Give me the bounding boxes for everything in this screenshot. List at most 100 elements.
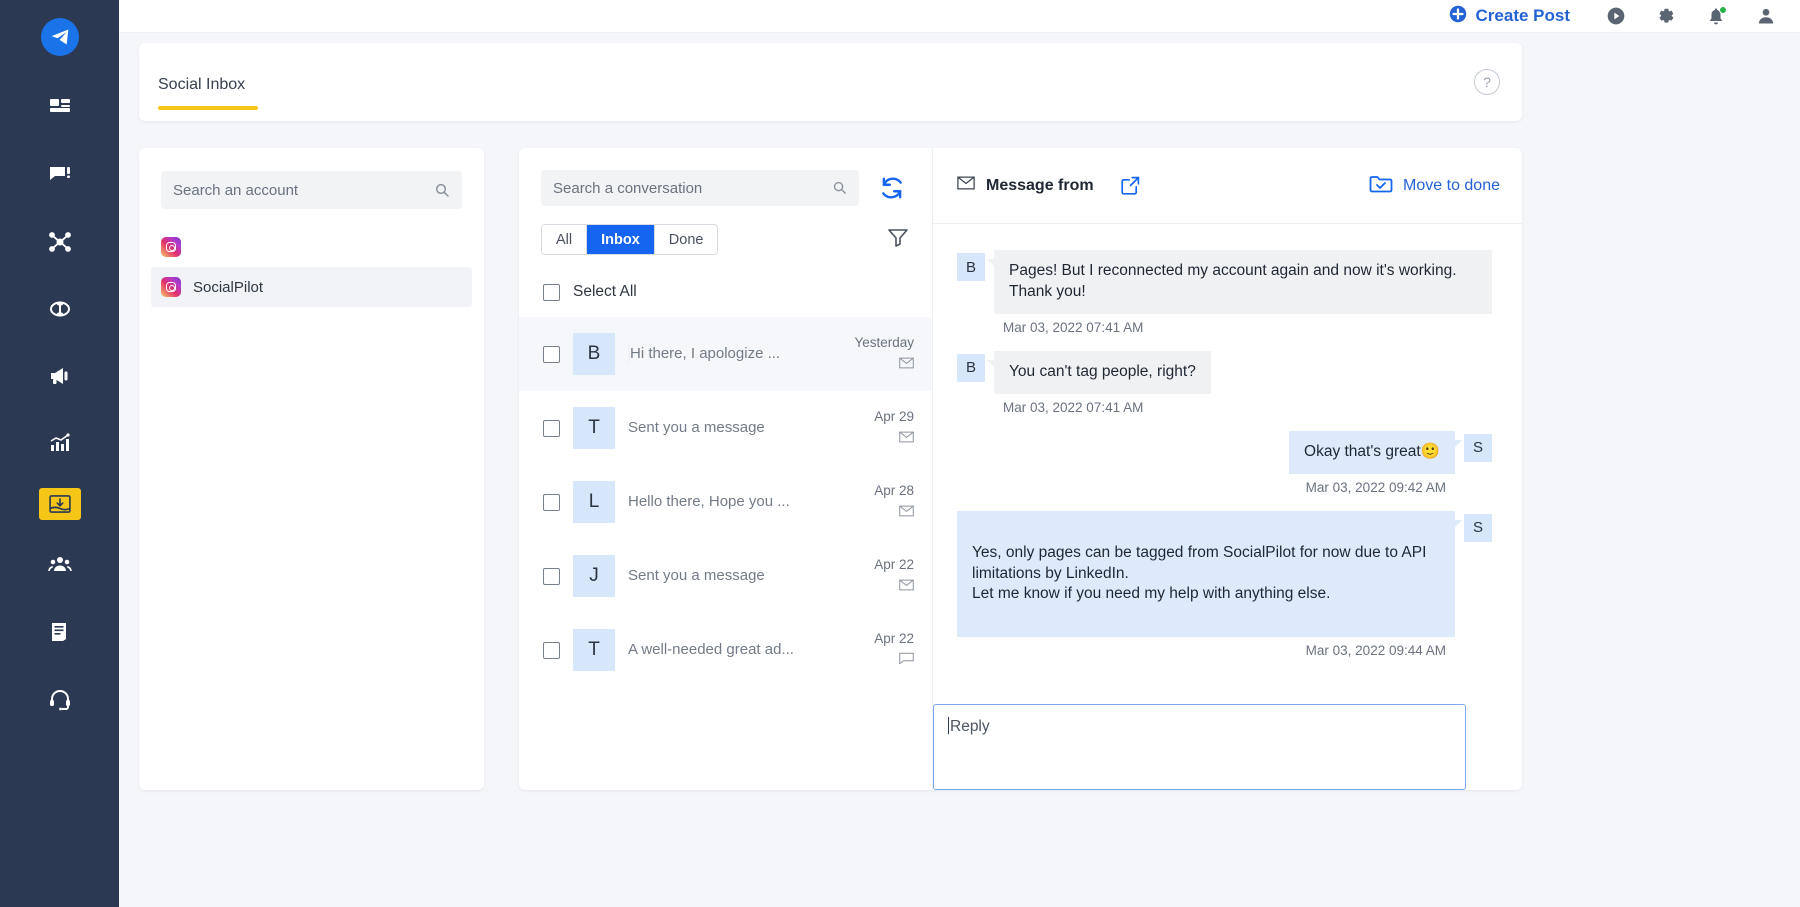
conversation-date: Apr 28	[874, 483, 914, 498]
conversation-date: Apr 22	[874, 631, 914, 646]
conversation-meta: Apr 22	[874, 557, 914, 596]
conversation-checkbox[interactable]	[543, 494, 560, 511]
envelope-icon	[899, 578, 914, 596]
create-post-label: Create Post	[1476, 6, 1570, 26]
conversation-items: B Hi there, I apologize ... Yesterday T	[519, 317, 932, 687]
search-conversation-input[interactable]	[553, 180, 847, 197]
page-title: Social Inbox	[158, 76, 245, 93]
text-caret	[948, 717, 949, 734]
sidebar-item-social-inbox[interactable]	[39, 488, 81, 520]
conversation-body: Sent you a message	[628, 419, 861, 437]
list-item[interactable]: B Hi there, I apologize ... Yesterday	[519, 317, 932, 391]
tab-social-inbox[interactable]: Social Inbox	[158, 76, 245, 94]
conversation-search[interactable]	[541, 170, 859, 206]
conversation-meta: Yesterday	[854, 335, 914, 374]
select-all-checkbox[interactable]	[543, 284, 560, 301]
message-row-incoming: B Pages! But I reconnected my account ag…	[957, 250, 1492, 314]
filter-all[interactable]: All	[542, 225, 587, 254]
thread-title: Message from	[986, 177, 1094, 195]
sidebar-item-discovery[interactable]	[32, 287, 88, 331]
conversation-snippet: Hello there, Hope you ...	[628, 493, 790, 510]
conversation-date: Apr 29	[874, 409, 914, 424]
create-post-button[interactable]: Create Post	[1449, 5, 1570, 28]
avatar: J	[573, 555, 615, 597]
paper-plane-logo[interactable]	[41, 18, 79, 56]
conversation-checkbox[interactable]	[543, 420, 560, 437]
message-bubble: You can't tag people, right?	[994, 351, 1211, 394]
avatar: L	[573, 481, 615, 523]
list-item[interactable]: T A well-needed great ad... Apr 22	[519, 613, 932, 687]
sidebar-item-support[interactable]	[32, 677, 88, 721]
help-button[interactable]: ?	[1474, 69, 1500, 95]
sidebar-item-campaigns[interactable]	[32, 354, 88, 398]
notification-badge	[1719, 6, 1727, 14]
refresh-icon[interactable]	[874, 170, 910, 206]
sidebar-item-dashboard[interactable]	[32, 86, 88, 130]
analytics-bar-icon	[48, 431, 72, 455]
inbox-panel: All Inbox Done Select All B Hi there, I …	[519, 148, 1522, 790]
list-item[interactable]: T Sent you a message Apr 29	[519, 391, 932, 465]
account-row-socialpilot[interactable]: SocialPilot	[151, 267, 472, 307]
conversation-snippet: A well-needed great ad...	[628, 641, 794, 658]
funnel-filter-icon[interactable]	[886, 225, 910, 254]
bell-icon[interactable]	[1706, 6, 1726, 26]
envelope-icon	[899, 430, 914, 448]
megaphone-icon	[48, 364, 72, 388]
rss-discovery-icon	[48, 297, 72, 321]
instagram-icon	[161, 237, 181, 257]
folder-check-icon	[1369, 173, 1393, 199]
select-all-label: Select All	[573, 283, 637, 301]
conversation-checkbox[interactable]	[543, 346, 560, 363]
conversation-meta: Apr 22	[874, 631, 914, 670]
sidebar-item-team[interactable]	[32, 543, 88, 587]
conversation-meta: Apr 28	[874, 483, 914, 522]
play-circle-icon[interactable]	[1606, 6, 1626, 26]
message-timestamp: Mar 03, 2022 07:41 AM	[1003, 400, 1492, 415]
select-all-row[interactable]: Select All	[519, 255, 932, 301]
reply-input[interactable]: Reply	[933, 704, 1466, 790]
message-text: Yes, only pages can be tagged from Socia…	[972, 544, 1426, 603]
sidebar-item-content-library[interactable]	[32, 610, 88, 654]
thread-header: Message from Move to done	[933, 148, 1522, 224]
plus-circle-icon	[1449, 5, 1467, 28]
conversation-body: A well-needed great ad...	[628, 641, 861, 659]
user-avatar-icon[interactable]	[1756, 6, 1776, 26]
avatar: S	[1464, 514, 1492, 542]
conversation-checkbox[interactable]	[543, 568, 560, 585]
avatar: T	[573, 407, 615, 449]
avatar: B	[957, 354, 985, 382]
support-headset-icon	[48, 687, 72, 711]
conversation-checkbox[interactable]	[543, 642, 560, 659]
conversation-date: Yesterday	[854, 335, 914, 350]
posts-comment-icon	[48, 163, 72, 187]
filter-done[interactable]: Done	[655, 225, 718, 254]
sidebar-item-posts[interactable]	[32, 153, 88, 197]
external-link-icon[interactable]	[1120, 175, 1141, 196]
envelope-icon	[899, 356, 914, 374]
filter-inbox[interactable]: Inbox	[587, 225, 655, 254]
avatar: B	[573, 333, 615, 375]
gear-icon[interactable]	[1656, 6, 1676, 26]
conversation-meta: Apr 29	[874, 409, 914, 448]
list-item[interactable]: L Hello there, Hope you ... Apr 28	[519, 465, 932, 539]
conversation-list-pane: All Inbox Done Select All B Hi there, I …	[519, 148, 933, 790]
conversation-body: Hello there, Hope you ...	[628, 493, 861, 511]
account-row[interactable]	[151, 227, 472, 267]
message-row-outgoing: Okay that's great🙂 S	[957, 431, 1492, 474]
search-account-input[interactable]	[173, 182, 450, 199]
sidebar-item-network[interactable]	[32, 220, 88, 264]
primary-nav-rail	[0, 0, 119, 907]
move-to-done-label: Move to done	[1403, 177, 1500, 195]
reply-placeholder: Reply	[950, 718, 990, 735]
move-to-done-button[interactable]: Move to done	[1369, 173, 1500, 199]
list-item[interactable]: J Sent you a message Apr 22	[519, 539, 932, 613]
message-from-label: Message from	[957, 176, 1094, 195]
sidebar-item-analytics[interactable]	[32, 421, 88, 465]
page-header-card: Social Inbox ?	[139, 43, 1522, 121]
message-timestamp: Mar 03, 2022 07:41 AM	[1003, 320, 1492, 335]
account-search[interactable]	[161, 171, 462, 209]
conversation-snippet: Hi there, I apologize ...	[630, 345, 780, 362]
message-timestamp: Mar 03, 2022 09:42 AM	[957, 480, 1446, 495]
comment-icon	[899, 652, 914, 670]
inbox-filter-segments: All Inbox Done	[541, 224, 718, 255]
